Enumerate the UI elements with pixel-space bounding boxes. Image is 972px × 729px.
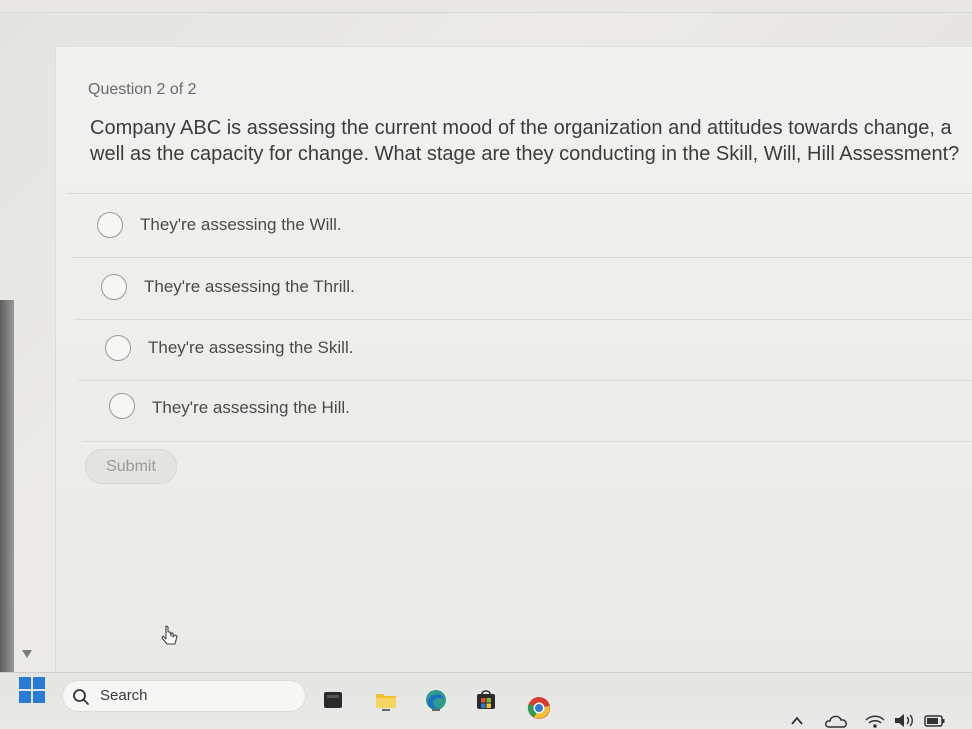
answer-option-will[interactable]: They're assessing the Will. [72, 197, 972, 258]
scroll-down-arrow-icon[interactable] [22, 650, 32, 658]
onedrive-icon[interactable] [824, 712, 850, 729]
answer-option-label: They're assessing the Hill. [152, 398, 350, 417]
submit-button[interactable]: Submit [85, 449, 177, 484]
question-text-line-1: Company ABC is assessing the current moo… [90, 117, 952, 139]
volume-icon[interactable] [893, 712, 917, 729]
folder-icon[interactable] [374, 688, 398, 712]
answer-option-label: They're assessing the Skill. [148, 338, 354, 357]
store-icon[interactable] [474, 688, 498, 712]
answer-option-hill[interactable]: They're assessing the Hill. [82, 381, 972, 442]
windows-start-icon[interactable] [18, 676, 46, 704]
search-icon [73, 689, 89, 705]
radio-button[interactable] [101, 274, 127, 300]
chrome-icon[interactable] [527, 696, 551, 720]
file-explorer-icon[interactable] [321, 688, 345, 712]
answer-option-thrill[interactable]: They're assessing the Thrill. [74, 259, 972, 320]
search-label: Search [100, 687, 148, 704]
chevron-up-icon[interactable] [790, 712, 804, 729]
edge-icon[interactable] [424, 688, 448, 712]
battery-icon[interactable] [924, 712, 946, 729]
question-text-line-2: well as the capacity for change. What st… [90, 143, 960, 165]
question-counter: Question 2 of 2 [88, 81, 197, 98]
question-text: Company ABC is assessing the current moo… [90, 115, 972, 167]
answer-option-label: They're assessing the Thrill. [144, 277, 355, 296]
wifi-icon[interactable] [864, 712, 886, 729]
radio-button[interactable] [109, 393, 135, 419]
radio-button[interactable] [97, 212, 123, 238]
screen-top-edge [0, 0, 972, 13]
left-bezel [0, 300, 14, 672]
mouse-cursor-icon [161, 625, 178, 645]
answer-option-label: They're assessing the Will. [140, 215, 342, 234]
taskbar-search-box[interactable]: Search [62, 680, 306, 712]
question-divider [66, 193, 972, 194]
answer-option-skill[interactable]: They're assessing the Skill. [78, 320, 972, 381]
radio-button[interactable] [105, 335, 131, 361]
